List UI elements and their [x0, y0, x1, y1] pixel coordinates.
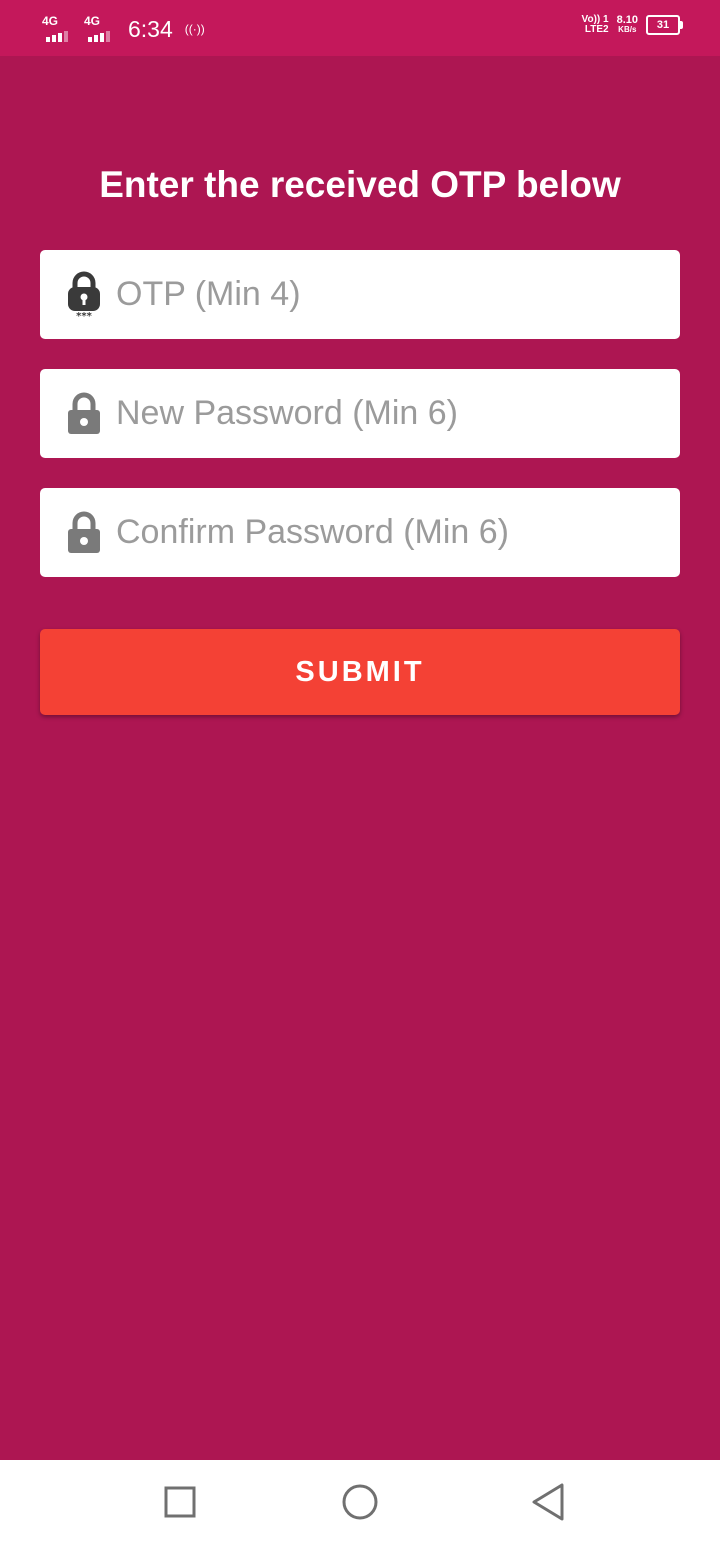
otp-input[interactable] — [116, 250, 656, 339]
lock-icon — [66, 508, 102, 558]
status-bar-right: Vo)) 1 LTE2 8.10 KB/s 31 — [582, 15, 683, 35]
volte-indicator: Vo)) 1 LTE2 — [582, 15, 609, 35]
page-title: Enter the received OTP below — [99, 164, 621, 205]
speed-unit: KB/s — [618, 25, 637, 34]
sim2-signal-icon: 4G — [82, 14, 114, 42]
lock-asterisks-icon: *** — [66, 270, 102, 322]
sim1-network-label: 4G — [42, 14, 59, 28]
back-triangle-icon[interactable] — [526, 1480, 570, 1524]
status-time: 6:34 — [128, 15, 173, 42]
recents-square-icon[interactable] — [158, 1480, 202, 1524]
speed-value: 8.10 — [616, 14, 638, 26]
status-bar-left: 4G 4G 6:34 ((·)) — [40, 12, 205, 46]
hotspot-icon: ((·)) — [184, 22, 205, 36]
battery-icon: 31 — [646, 15, 683, 35]
volte-line2: LTE2 — [584, 24, 609, 35]
sim2-network-label: 4G — [84, 14, 101, 28]
battery-level: 31 — [656, 19, 670, 31]
submit-button[interactable]: SUBMIT — [40, 629, 680, 715]
confirm-password-field[interactable] — [40, 488, 680, 577]
otp-field[interactable]: *** — [40, 250, 680, 339]
new-password-field[interactable] — [40, 369, 680, 458]
sim1-signal-icon: 4G — [40, 14, 72, 42]
navigation-bar — [0, 1460, 720, 1544]
status-bar: 4G 4G 6:34 ((·)) Vo)) 1 LTE2 8.10 KB/s 3… — [0, 0, 720, 56]
home-circle-icon[interactable] — [338, 1480, 382, 1524]
confirm-password-input[interactable] — [116, 488, 656, 577]
network-speed: 8.10 KB/s — [617, 15, 638, 35]
svg-text:***: *** — [76, 311, 92, 320]
lock-icon — [66, 389, 102, 439]
new-password-input[interactable] — [116, 369, 656, 458]
